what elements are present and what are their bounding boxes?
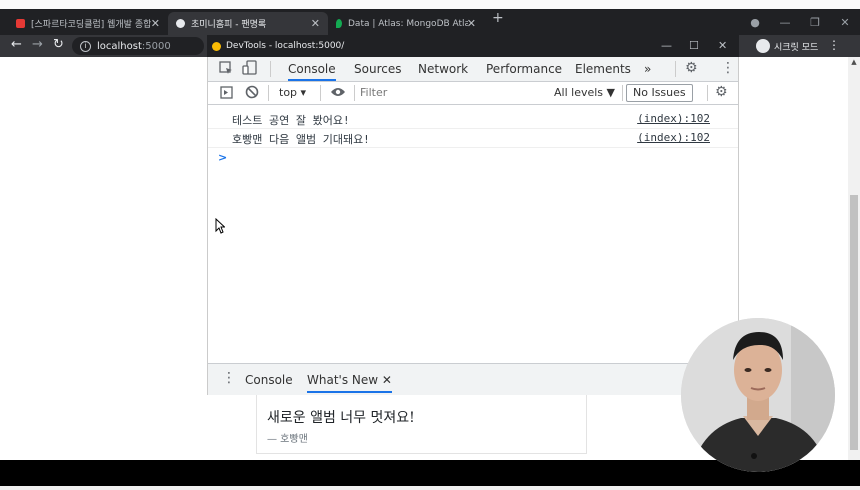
no-issues-button[interactable]: No Issues: [626, 84, 693, 102]
info-icon[interactable]: i: [80, 40, 91, 52]
url-host: localhost: [97, 40, 142, 52]
close-icon[interactable]: ✕: [382, 373, 392, 387]
tab-elements[interactable]: Elements: [575, 62, 631, 76]
devtools-titlebar: DevTools - localhost:5000/ — ☐ ✕: [207, 35, 739, 57]
forward-icon[interactable]: →: [32, 37, 43, 52]
minimize-icon[interactable]: —: [661, 39, 672, 52]
close-icon[interactable]: ✕: [311, 17, 320, 30]
console-log-row: 테스트 공연 잘 봤어요! (index):102: [208, 110, 738, 129]
log-message: 호빵맨 다음 앨범 기대돼요!: [232, 133, 370, 146]
divider: [354, 85, 355, 101]
divider: [622, 85, 623, 101]
profile-label: 시크릿 모드: [774, 42, 819, 53]
log-source-link[interactable]: (index):102: [637, 131, 710, 144]
mongodb-leaf-icon: [336, 19, 342, 28]
filter-input[interactable]: [360, 85, 540, 100]
devtools-title: DevTools - localhost:5000/: [226, 41, 345, 51]
drawer-tab-console[interactable]: Console: [245, 373, 293, 387]
tab-network[interactable]: Network: [418, 62, 468, 76]
clear-console-icon[interactable]: [245, 85, 259, 102]
chrome-icon: [212, 41, 221, 51]
tab-performance[interactable]: Performance: [486, 62, 562, 76]
window-frame-top: [0, 0, 860, 9]
scroll-thumb[interactable]: [850, 195, 858, 450]
eye-icon[interactable]: [330, 86, 346, 101]
comment-text: 새로운 앨범 너무 멋져요!: [267, 410, 415, 426]
url-port: :5000: [141, 40, 171, 52]
address-bar[interactable]: i localhost:5000: [72, 37, 204, 55]
incognito-profile[interactable]: 시크릿 모드: [756, 37, 818, 55]
settings-gear-icon[interactable]: ⚙: [685, 60, 698, 76]
window-controls: ● — ❐ ✕: [740, 9, 860, 35]
divider: [675, 61, 676, 77]
close-icon[interactable]: ✕: [718, 39, 727, 52]
customize-menu-icon[interactable]: ⋮: [721, 60, 735, 76]
drawer-tab-label: What's New: [307, 373, 379, 387]
notebook-icon: [16, 19, 25, 28]
reload-icon[interactable]: ↻: [53, 37, 64, 52]
bottom-strip: [0, 486, 860, 490]
console-settings-gear-icon[interactable]: ⚙: [715, 84, 728, 100]
sidebar-toggle-icon[interactable]: [220, 86, 233, 102]
tab-console[interactable]: Console: [288, 62, 336, 81]
webcam-overlay: [681, 318, 835, 472]
mouse-cursor-icon: [215, 217, 226, 237]
tab-title: 초미니홈피 - 팬명록: [191, 20, 267, 30]
devtools-drawer: ⋮ Console What's New ✕: [208, 363, 738, 395]
inspect-element-icon[interactable]: [219, 61, 233, 78]
scroll-up-icon[interactable]: ▲: [848, 58, 860, 66]
drawer-tab-whats-new[interactable]: What's New ✕: [307, 373, 392, 393]
close-icon[interactable]: ✕: [830, 16, 860, 29]
new-tab-button[interactable]: +: [492, 10, 504, 26]
minimize-icon[interactable]: —: [770, 16, 800, 29]
divider: [707, 85, 708, 101]
comment-author: — 호빵맨: [267, 434, 308, 445]
devtools-tabbar: Console Sources Network Performance Elem…: [208, 57, 738, 82]
console-filter-bar: top ▾ All levels ▼ No Issues ⚙: [208, 82, 738, 105]
tab-title: Data | Atlas: MongoDB Atlas: [348, 18, 468, 29]
tab-mongodb[interactable]: Data | Atlas: MongoDB Atlas ✕: [328, 12, 484, 35]
close-icon[interactable]: ✕: [151, 17, 160, 30]
browser-menu-icon[interactable]: ⋮: [828, 38, 840, 52]
tab-search-icon[interactable]: ●: [740, 16, 770, 29]
divider: [270, 61, 271, 77]
divider: [320, 85, 321, 101]
more-tabs-icon[interactable]: »: [644, 62, 651, 76]
tab-strip: [스파르타코딩클럽] 웹개발 종합 ✕ 초미니홈피 - 팬명록 ✕ Data |…: [0, 9, 860, 35]
tab-minihome[interactable]: 초미니홈피 - 팬명록 ✕: [168, 12, 328, 35]
log-levels-dropdown[interactable]: All levels ▼: [554, 86, 615, 99]
log-message: 테스트 공연 잘 봤어요!: [232, 114, 350, 127]
console-prompt[interactable]: >: [218, 151, 227, 164]
devtools-panel: Console Sources Network Performance Elem…: [207, 57, 739, 395]
context-value: top: [279, 86, 298, 99]
log-source-link[interactable]: (index):102: [637, 112, 710, 125]
maximize-icon[interactable]: ☐: [689, 39, 699, 52]
tab-sparta[interactable]: [스파르타코딩클럽] 웹개발 종합 ✕: [8, 12, 168, 35]
close-icon[interactable]: ✕: [467, 17, 476, 30]
maximize-icon[interactable]: ❐: [800, 16, 830, 29]
globe-icon: [176, 19, 185, 28]
console-log-row: 호빵맨 다음 앨범 기대돼요! (index):102: [208, 129, 738, 148]
device-toolbar-icon[interactable]: [242, 60, 258, 78]
divider: [268, 85, 269, 101]
incognito-icon: [756, 39, 770, 53]
back-icon[interactable]: ←: [11, 37, 22, 52]
context-selector[interactable]: top ▾: [279, 86, 306, 99]
drawer-menu-icon[interactable]: ⋮: [222, 370, 236, 386]
tab-sources[interactable]: Sources: [354, 62, 401, 76]
presenter-video-icon: [681, 318, 835, 472]
tab-title: [스파르타코딩클럽] 웹개발 종합: [31, 20, 151, 30]
